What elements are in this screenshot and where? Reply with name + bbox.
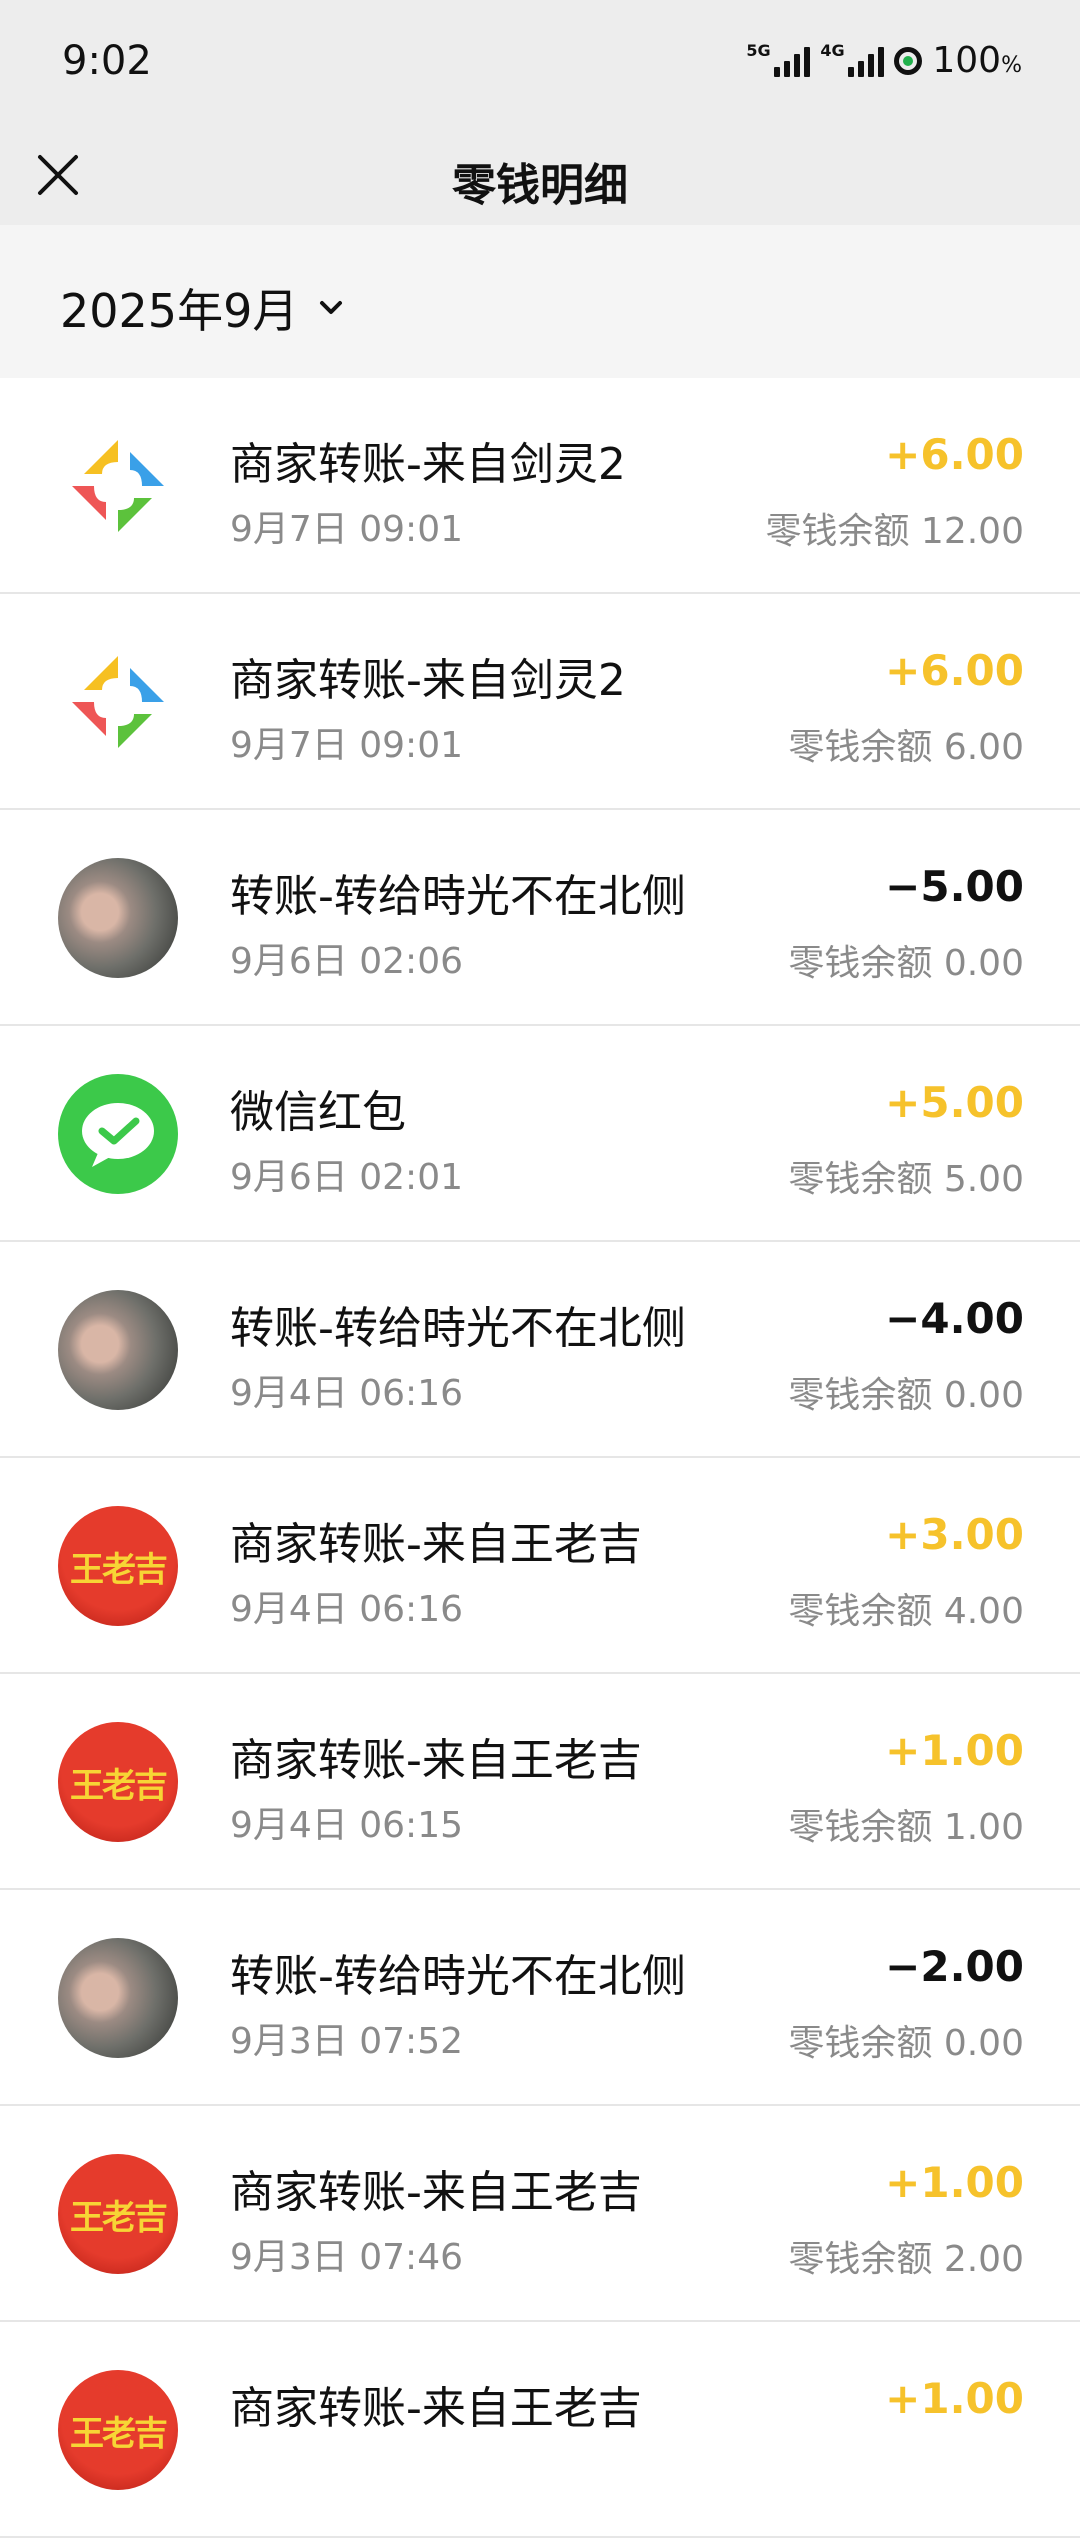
month-label: 2025年9月	[60, 284, 299, 338]
user-avatar	[58, 858, 178, 978]
transaction-amount: −4.00	[885, 1294, 1024, 1343]
transaction-row[interactable]: 微信红包 9月6日 02:01 +5.00 零钱余额 5.00	[0, 1026, 1080, 1242]
transaction-balance: 零钱余额 12.00	[765, 511, 1024, 552]
transaction-title: 转账-转给時光不在北侧	[230, 1303, 686, 1354]
transaction-row[interactable]: 转账-转给時光不在北侧 9月6日 02:06 −5.00 零钱余额 0.00	[0, 810, 1080, 1026]
transaction-balance: 零钱余额 5.00	[788, 1159, 1024, 1200]
page-title: 零钱明细	[452, 160, 628, 211]
transaction-title: 商家转账-来自王老吉	[230, 1519, 642, 1570]
month-selector[interactable]: 2025年9月	[60, 275, 346, 341]
transaction-amount: +5.00	[885, 1078, 1024, 1127]
transaction-amount: −5.00	[885, 862, 1024, 911]
transaction-amount: +1.00	[885, 2374, 1024, 2423]
transaction-title: 微信红包	[230, 1087, 406, 1138]
status-time: 9:02	[62, 38, 152, 84]
transaction-title: 转账-转给時光不在北侧	[230, 871, 686, 922]
transaction-balance: 零钱余额 6.00	[788, 727, 1024, 768]
transaction-title: 商家转账-来自王老吉	[230, 2383, 642, 2434]
transaction-row[interactable]: 王老吉 商家转账-来自王老吉 9月4日 06:16 +3.00 零钱余额 4.0…	[0, 1458, 1080, 1674]
user-avatar	[58, 1938, 178, 2058]
transaction-time: 9月4日 06:16	[230, 1373, 463, 1414]
transaction-row[interactable]: 转账-转给時光不在北侧 9月4日 06:16 −4.00 零钱余额 0.00	[0, 1242, 1080, 1458]
user-avatar	[58, 1290, 178, 1410]
transaction-amount: −2.00	[885, 1942, 1024, 1991]
merchant-logo-icon	[58, 426, 178, 546]
transaction-title: 商家转账-来自剑灵2	[230, 655, 626, 706]
transaction-title: 商家转账-来自剑灵2	[230, 439, 626, 490]
transaction-list: 商家转账-来自剑灵2 9月7日 09:01 +6.00 零钱余额 12.00 商…	[0, 378, 1080, 2538]
signal-5g-icon: 5G	[746, 41, 811, 77]
logo-text: 王老吉	[70, 2197, 168, 2238]
transaction-amount: +6.00	[885, 646, 1024, 695]
transaction-amount: +3.00	[885, 1510, 1024, 1559]
transaction-time: 9月7日 09:01	[230, 725, 463, 766]
wanglaoji-logo: 王老吉	[58, 1722, 178, 1842]
chevron-down-icon	[320, 301, 343, 314]
wechat-icon	[58, 1074, 178, 1194]
transaction-row[interactable]: 王老吉 商家转账-来自王老吉 9月3日 07:46 +1.00 零钱余额 2.0…	[0, 2106, 1080, 2322]
transaction-amount: +6.00	[885, 430, 1024, 479]
transaction-row[interactable]: 转账-转给時光不在北侧 9月3日 07:52 −2.00 零钱余额 0.00	[0, 1890, 1080, 2106]
transaction-row[interactable]: 商家转账-来自剑灵2 9月7日 09:01 +6.00 零钱余额 12.00	[0, 378, 1080, 594]
status-bar: 9:02 5G 4G 100%	[0, 0, 1080, 125]
transaction-time: 9月7日 09:01	[230, 509, 463, 550]
transaction-row[interactable]: 商家转账-来自剑灵2 9月7日 09:01 +6.00 零钱余额 6.00	[0, 594, 1080, 810]
transaction-balance: 零钱余额 4.00	[788, 1591, 1024, 1632]
transaction-title: 转账-转给時光不在北侧	[230, 1951, 686, 2002]
transaction-time: 9月6日 02:06	[230, 941, 463, 982]
transaction-time: 9月3日 07:52	[230, 2021, 463, 2062]
logo-text: 王老吉	[70, 1765, 168, 1806]
transaction-amount: +1.00	[885, 2158, 1024, 2207]
logo-text: 王老吉	[70, 1549, 168, 1590]
transaction-balance: 零钱余额 2.00	[788, 2239, 1024, 2280]
transaction-title: 商家转账-来自王老吉	[230, 1735, 642, 1786]
transaction-amount: +1.00	[885, 1726, 1024, 1775]
transaction-balance: 零钱余额 0.00	[788, 2023, 1024, 2064]
wanglaoji-logo: 王老吉	[58, 1506, 178, 1626]
battery-level: 100%	[932, 40, 1022, 81]
wanglaoji-logo: 王老吉	[58, 2370, 178, 2490]
transaction-time: 9月3日 07:46	[230, 2237, 463, 2278]
month-filter-bar: 2025年9月	[0, 225, 1080, 378]
transaction-time: 9月4日 06:16	[230, 1589, 463, 1630]
transaction-row[interactable]: 王老吉 商家转账-来自王老吉 +1.00	[0, 2322, 1080, 2538]
transaction-row[interactable]: 王老吉 商家转账-来自王老吉 9月4日 06:15 +1.00 零钱余额 1.0…	[0, 1674, 1080, 1890]
transaction-balance: 零钱余额 0.00	[788, 1375, 1024, 1416]
transaction-title: 商家转账-来自王老吉	[230, 2167, 642, 2218]
wanglaoji-logo: 王老吉	[58, 2154, 178, 2274]
hotspot-icon	[894, 46, 923, 75]
transaction-balance: 零钱余额 0.00	[788, 943, 1024, 984]
merchant-logo-icon	[58, 642, 178, 762]
nav-bar: 零钱明细	[0, 125, 1080, 225]
logo-text: 王老吉	[70, 2413, 168, 2454]
transaction-balance: 零钱余额 1.00	[788, 1807, 1024, 1848]
transaction-time: 9月4日 06:15	[230, 1805, 463, 1846]
status-icons: 5G 4G 100%	[746, 40, 1022, 81]
signal-4g-icon: 4G	[820, 41, 885, 77]
transaction-time: 9月6日 02:01	[230, 1157, 463, 1198]
